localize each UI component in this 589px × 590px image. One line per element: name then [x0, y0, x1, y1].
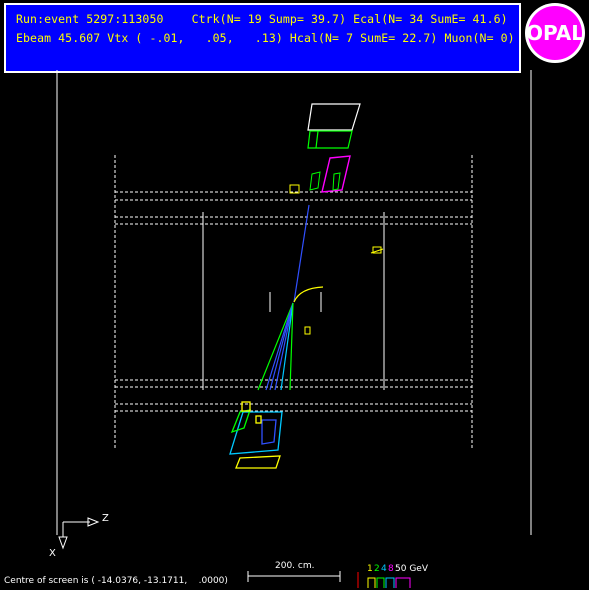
z-axis-label: Z	[102, 513, 109, 524]
legend-2-gev: 2	[374, 564, 380, 574]
dashed-boundaries	[114, 155, 473, 450]
legend-4-gev: 4	[381, 564, 387, 574]
legend-1-gev: 1	[367, 564, 373, 574]
event-display: Z X 200. cm. 1 2 4 8 50 GeV	[49, 70, 532, 588]
ecal-cluster-bottom	[229, 401, 283, 469]
hcal-cluster-top	[307, 103, 361, 131]
yellow-hit-top	[289, 184, 384, 335]
tracks	[257, 204, 324, 391]
legend-50-gev: 50 GeV	[395, 564, 429, 574]
scale-bar	[247, 571, 341, 582]
scale-bar-label: 200. cm.	[275, 561, 314, 571]
x-axis-label: X	[49, 548, 56, 559]
energy-legend-marks	[357, 572, 411, 588]
ecal-cluster-top	[307, 130, 353, 149]
legend-8-gev: 8	[388, 564, 394, 574]
centre-of-screen-text: Centre of screen is ( -14.0376, -13.1711…	[4, 576, 228, 586]
outer-frame	[56, 70, 532, 535]
axis-indicator	[58, 517, 100, 550]
inner-chamber	[202, 212, 385, 390]
